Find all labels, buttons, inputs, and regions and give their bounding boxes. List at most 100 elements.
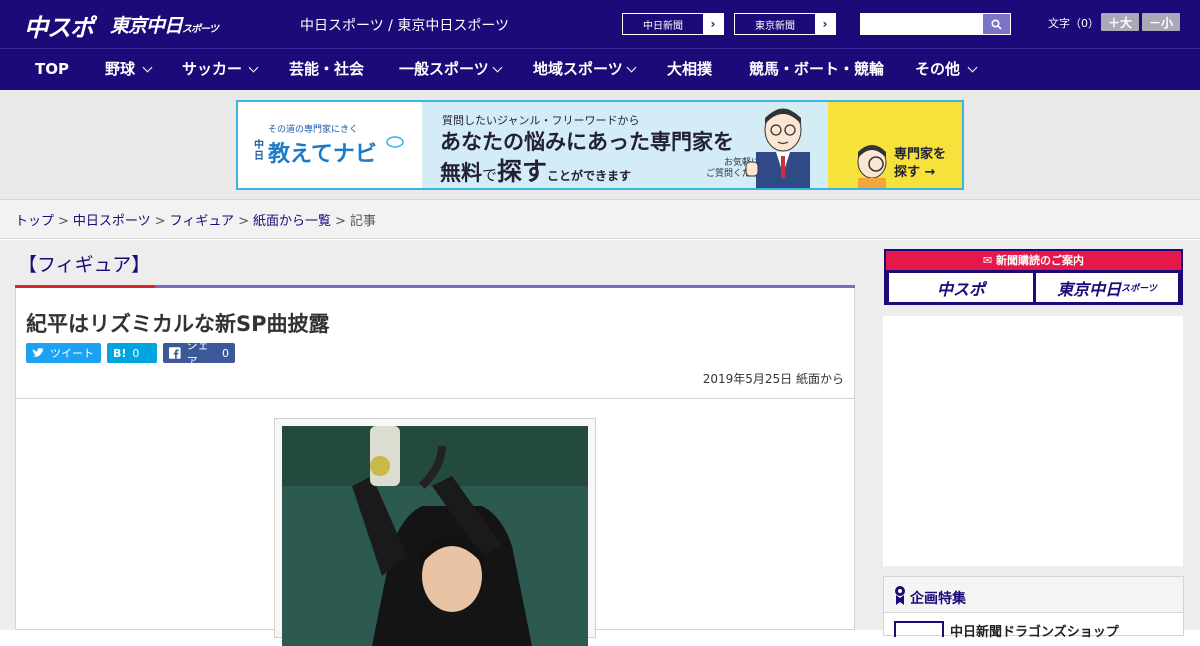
chuspo-logo[interactable]: 中スポ bbox=[24, 8, 94, 43]
newspaper-icon: ✉ bbox=[982, 254, 997, 267]
hatena-icon: B! bbox=[113, 346, 127, 360]
sidebar-ad-slot bbox=[883, 316, 1183, 566]
banner-cta-1: 専門家を bbox=[894, 147, 947, 162]
article: 紀平はリズミカルな新SP曲披露 ツイート B! 0 シェア 0 2019年5月2… bbox=[15, 288, 855, 646]
font-size-label: 文字（0） bbox=[1048, 17, 1099, 30]
nav-item-entertainment[interactable]: 芸能・社会 bbox=[289, 49, 364, 90]
banner-chunichi: 中日 bbox=[254, 140, 264, 162]
chunichi-shimbun-button[interactable]: 中日新聞 › bbox=[622, 13, 724, 35]
banner-cta[interactable]: 専門家を 探す → bbox=[894, 146, 946, 182]
breadcrumb-separator: > bbox=[238, 214, 249, 229]
speech-bubble-icon bbox=[386, 136, 404, 148]
tokyo-shimbun-label: 東京新聞 bbox=[755, 20, 795, 32]
banner-tagline: その道の専門家にきく bbox=[268, 125, 359, 135]
chevron-down-icon bbox=[142, 62, 153, 73]
facebook-share-button[interactable]: シェア 0 bbox=[163, 339, 235, 368]
facebook-share-count: 0 bbox=[222, 346, 229, 360]
oshiete-navi-banner[interactable]: その道の専門家にきく 中日 教えてナビ 質問したいジャンル・フリーワードから あ… bbox=[236, 100, 964, 190]
figure-skater-photo bbox=[282, 426, 588, 646]
nav-item-sumo[interactable]: 大相撲 bbox=[667, 49, 712, 90]
nav-item-top[interactable]: TOP bbox=[35, 49, 69, 90]
banner-free: 無料 bbox=[440, 161, 482, 185]
tweet-button[interactable]: ツイート bbox=[26, 343, 101, 363]
site-header: 中スポ 東京中日スポーツ 中日スポーツ / 東京中日スポーツ 中日新聞 › 東京… bbox=[0, 0, 1200, 48]
chevron-down-icon bbox=[492, 62, 503, 73]
article-photo-frame bbox=[274, 418, 596, 646]
facebook-share-label: シェア bbox=[186, 339, 209, 368]
banner-brand-panel: その道の専門家にきく 中日 教えてナビ bbox=[238, 102, 422, 188]
subscribe-tokyo-text: 東京中日 bbox=[1057, 279, 1122, 299]
nav-label: 野球 bbox=[105, 60, 136, 78]
article-title: 紀平はリズミカルな新SP曲披露 bbox=[26, 312, 330, 336]
facebook-icon bbox=[169, 347, 181, 359]
feature-title: 企画特集 bbox=[910, 591, 966, 607]
banner-cta-panel: 専門家を 探す → bbox=[828, 102, 962, 188]
nav-item-baseball[interactable]: 野球 bbox=[105, 49, 153, 90]
divider bbox=[16, 398, 854, 399]
feature-thumbnail[interactable] bbox=[894, 621, 944, 637]
breadcrumb-figure[interactable]: フィギュア bbox=[170, 214, 234, 229]
nav-label: サッカー bbox=[182, 60, 243, 78]
banner-brand: 教えてナビ bbox=[268, 142, 377, 167]
nav-item-general-sports[interactable]: 一般スポーツ bbox=[399, 49, 503, 90]
magnifier-person-illustration bbox=[857, 145, 887, 188]
main-nav: TOP 野球 サッカー 芸能・社会 一般スポーツ 地域スポーツ 大相撲 競馬・ボ… bbox=[0, 48, 1200, 90]
feature-box: 企画特集 中日新聞ドラゴンズショップ bbox=[883, 576, 1184, 640]
tokyo-shimbun-button[interactable]: 東京新聞 › bbox=[734, 13, 836, 35]
twitter-icon bbox=[32, 348, 44, 357]
banner-search: 探す bbox=[497, 157, 548, 186]
breadcrumb: トップ > 中日スポーツ > フィギュア > 紙面から一覧 > 記事 bbox=[0, 200, 1200, 239]
breadcrumb-current: 記事 bbox=[349, 214, 376, 229]
banner-de: で bbox=[482, 166, 498, 184]
nav-label: 芸能・社会 bbox=[289, 60, 365, 78]
subscribe-tokyo-small: スポーツ bbox=[1121, 284, 1157, 294]
feature-item-link[interactable]: 中日新聞ドラゴンズショップ bbox=[950, 621, 1119, 640]
search-icon bbox=[991, 18, 1002, 30]
nav-label: 競馬・ボート・競輪 bbox=[749, 60, 885, 78]
tokyo-logo-text: 東京中日 bbox=[110, 15, 183, 37]
tweet-label: ツイート bbox=[50, 347, 94, 360]
ribbon-icon bbox=[895, 586, 905, 605]
expert-man-illustration bbox=[745, 108, 810, 188]
banner-headline-2: 無料で探すことができます bbox=[440, 152, 631, 188]
subscription-heading-text: 新聞購読のご案内 bbox=[996, 254, 1085, 267]
nav-item-racing[interactable]: 競馬・ボート・競輪 bbox=[749, 49, 884, 90]
nav-label: TOP bbox=[35, 60, 69, 78]
category-title: 【フィギュア】 bbox=[18, 254, 151, 276]
tokyo-chunichi-logo[interactable]: 東京中日スポーツ bbox=[110, 11, 219, 38]
chevron-down-icon bbox=[967, 62, 978, 73]
chevron-right-icon: › bbox=[703, 14, 723, 34]
breadcrumb-separator: > bbox=[154, 214, 166, 229]
tokyo-logo-small: スポーツ bbox=[182, 24, 219, 35]
chunichi-shimbun-label: 中日新聞 bbox=[643, 20, 683, 32]
font-smaller-button[interactable]: －小 bbox=[1142, 13, 1180, 31]
nav-item-soccer[interactable]: サッカー bbox=[182, 49, 259, 90]
banner-can: ことができます bbox=[547, 169, 632, 183]
breadcrumb-separator: > bbox=[334, 214, 346, 229]
search-button[interactable] bbox=[982, 13, 1011, 35]
article-photo[interactable] bbox=[282, 426, 588, 646]
nav-label: 大相撲 bbox=[667, 60, 713, 78]
nav-label: その他 bbox=[915, 60, 961, 78]
nav-label: 地域スポーツ bbox=[533, 60, 623, 78]
nav-item-other[interactable]: その他 bbox=[915, 49, 978, 90]
search-input[interactable] bbox=[860, 13, 984, 35]
banner-area: その道の専門家にきく 中日 教えてナビ 質問したいジャンル・フリーワードから あ… bbox=[0, 90, 1200, 200]
breadcrumb-chunichi-sports[interactable]: 中日スポーツ bbox=[73, 214, 151, 229]
chevron-down-icon bbox=[248, 62, 259, 73]
font-larger-button[interactable]: ＋大 bbox=[1101, 13, 1139, 31]
chevron-down-icon bbox=[626, 62, 637, 73]
breadcrumb-from-paper-list[interactable]: 紙面から一覧 bbox=[253, 214, 331, 229]
hatena-count: 0 bbox=[132, 346, 140, 360]
hatena-bookmark-button[interactable]: B! 0 bbox=[107, 343, 157, 363]
site-name: 中日スポーツ / 東京中日スポーツ bbox=[300, 18, 510, 34]
subscription-heading: ✉ 新聞購読のご案内 bbox=[886, 251, 1181, 270]
article-date: 2019年5月25日 紙面から bbox=[702, 372, 844, 386]
feature-heading: 企画特集 bbox=[884, 577, 1183, 613]
chevron-right-icon: › bbox=[815, 14, 835, 34]
subscribe-tokyo-chunichi-button[interactable]: 東京中日 スポーツ bbox=[1036, 273, 1178, 302]
nav-item-local-sports[interactable]: 地域スポーツ bbox=[533, 49, 637, 90]
subscription-box: ✉ 新聞購読のご案内 中スポ 東京中日 スポーツ bbox=[884, 249, 1183, 305]
subscribe-chuspo-button[interactable]: 中スポ bbox=[889, 273, 1033, 302]
breadcrumb-top[interactable]: トップ bbox=[15, 214, 54, 229]
